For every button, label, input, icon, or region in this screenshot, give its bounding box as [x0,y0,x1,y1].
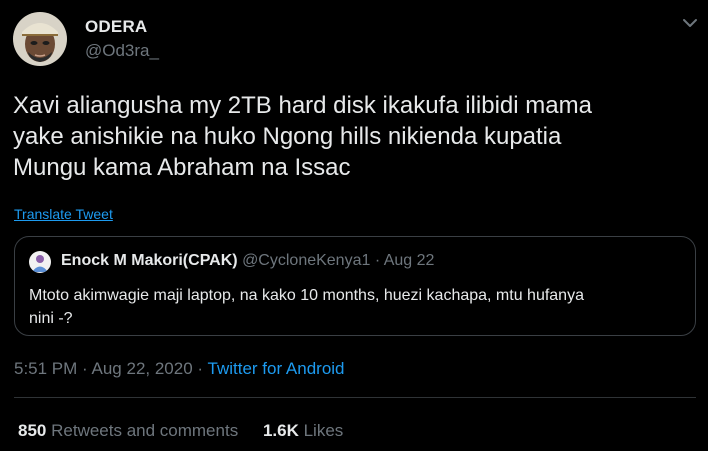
likes-count: 1.6K [262,421,299,440]
meta-separator: · [197,359,204,378]
quoted-author-avatar[interactable] [29,251,51,273]
author-handle[interactable]: @Od3ra_ [85,41,159,61]
retweets-count: 850 [18,421,47,440]
quoted-separator: · [374,252,381,269]
quoted-tweet-text: Mtoto akimwagie maji laptop, na kako 10 … [29,284,679,330]
tweet-text: Xavi aliangusha my 2TB hard disk ikakufa… [13,90,703,183]
quoted-author-name[interactable]: Enock M Makori(CPAK) [61,252,238,269]
quoted-tweet-header: Enock M Makori(CPAK) @CycloneKenya1 · Au… [61,252,434,270]
retweets-stat[interactable]: 850 Retweets and comments [18,421,243,440]
quoted-text-line: Mtoto akimwagie maji laptop, na kako 10 … [29,287,584,304]
meta-separator: · [82,359,88,378]
tweet-text-line: Xavi aliangusha my 2TB hard disk ikakufa… [13,92,592,119]
tweet-time[interactable]: 5:51 PM [14,359,77,378]
quoted-tweet-card[interactable]: Enock M Makori(CPAK) @CycloneKenya1 · Au… [14,236,696,336]
likes-label: Likes [303,421,344,440]
quoted-author-handle: @CycloneKenya1 [242,252,371,269]
tweet-text-line: Mungu kama Abraham na Issac [13,154,351,181]
tweet-text-line: yake anishikie na huko Ngong hills nikie… [13,123,562,150]
tweet-date[interactable]: Aug 22, 2020 [92,359,193,378]
chevron-down-icon[interactable] [680,13,700,33]
retweets-label: Retweets and comments [51,421,239,440]
author-display-name[interactable]: ODERA [85,17,147,37]
quoted-date[interactable]: Aug 22 [384,252,435,269]
tweet-source-link[interactable]: Twitter for Android [208,359,345,378]
tweet-stats: 850 Retweets and comments 1.6K Likes [18,421,363,441]
translate-tweet-link[interactable]: Translate Tweet [14,206,113,222]
quoted-text-line: nini -? [29,310,73,327]
tweet-meta: 5:51 PM · Aug 22, 2020 · Twitter for And… [14,359,345,379]
author-avatar[interactable] [13,12,67,66]
likes-stat[interactable]: 1.6K Likes [263,421,343,440]
divider [14,397,696,398]
